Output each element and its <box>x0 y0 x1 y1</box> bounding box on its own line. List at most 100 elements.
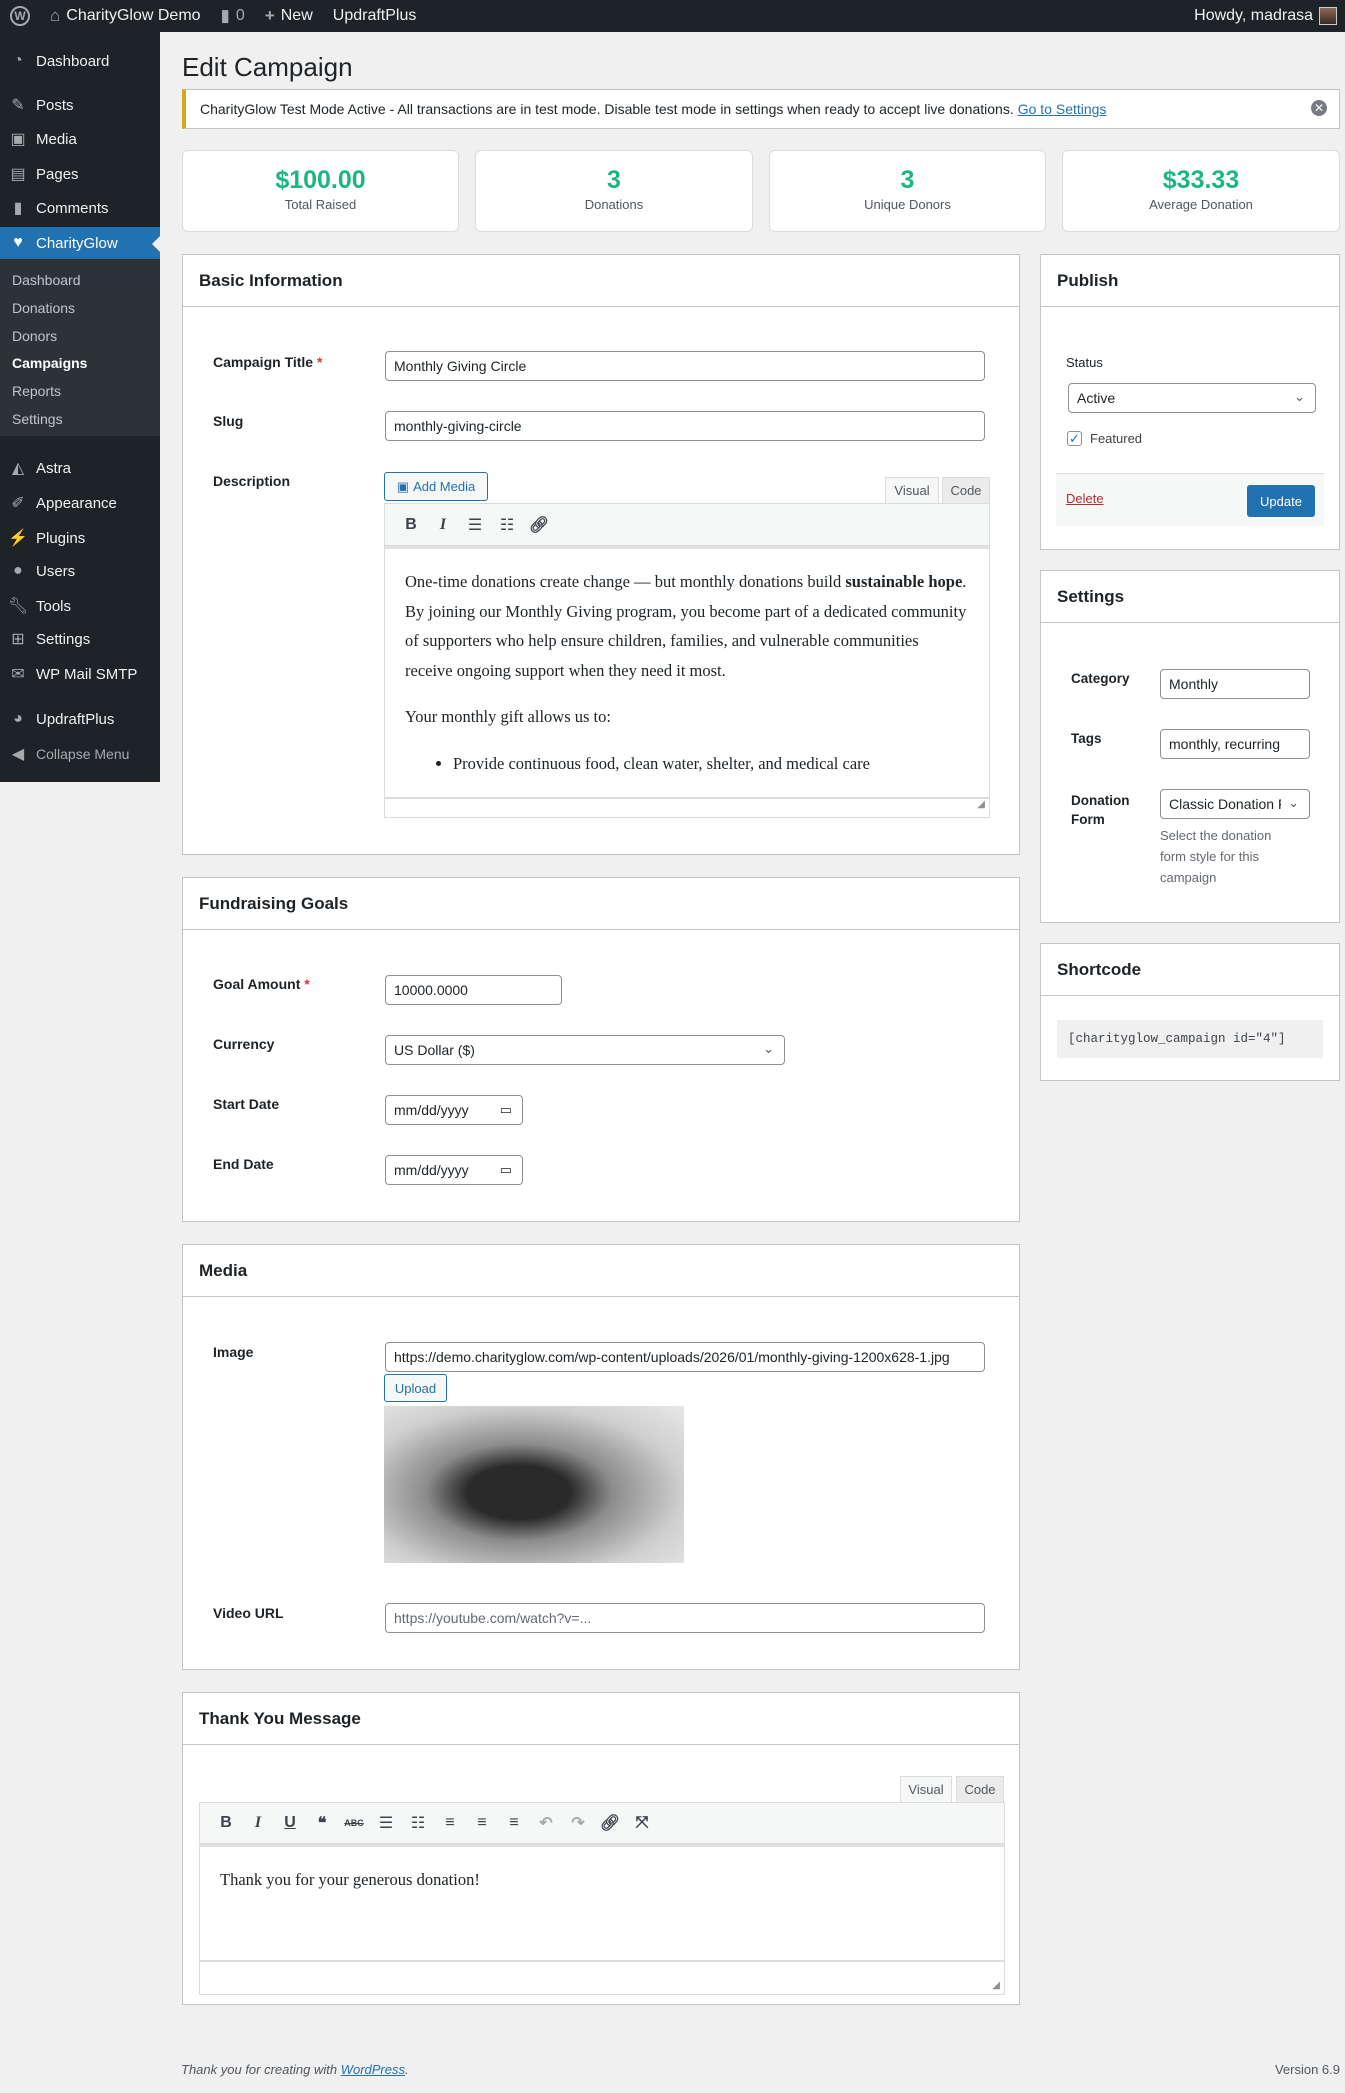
shortcode-text[interactable]: [charityglow_campaign id="4"] <box>1057 1020 1323 1058</box>
submenu-dashboard[interactable]: Dashboard <box>12 272 81 288</box>
numbered-list-icon[interactable]: ☷ <box>402 1813 434 1833</box>
menu-tools[interactable]: 🔧︎ Tools <box>0 589 160 623</box>
menu-astra[interactable]: ◭ Astra <box>0 451 160 485</box>
chevron-down-icon: ⌄ <box>763 1041 774 1056</box>
upload-button[interactable]: Upload <box>384 1374 447 1402</box>
shortcode-panel: Shortcode [charityglow_campaign id="4"] <box>1040 943 1340 1081</box>
submenu-donations[interactable]: Donations <box>12 300 75 316</box>
editor-resize-handle[interactable]: ◢ <box>384 798 990 818</box>
numbered-list-icon[interactable]: ☷ <box>491 515 523 535</box>
underline-icon[interactable]: U <box>274 1814 306 1832</box>
editor-resize-handle[interactable]: ◢ <box>199 1961 1005 1995</box>
menu-posts[interactable]: ✎ Posts <box>0 88 160 122</box>
wordpress-link[interactable]: WordPress <box>341 2062 405 2077</box>
panel-heading: Thank You Message <box>183 1693 1019 1745</box>
new-content-link[interactable]: + New <box>255 0 323 32</box>
chevron-down-icon: ⌄ <box>1288 795 1299 811</box>
fullscreen-icon[interactable]: ⤧ <box>626 1814 658 1832</box>
updraft-icon: ◕ <box>13 710 23 727</box>
campaign-title-input[interactable]: Monthly Giving Circle <box>385 351 985 381</box>
editor-paragraph: One-time donations create change — but m… <box>405 567 969 685</box>
blockquote-icon[interactable]: ❝ <box>306 1813 338 1833</box>
status-select[interactable]: Active ⌄ <box>1068 383 1316 413</box>
dismiss-icon[interactable]: ✕ <box>1311 100 1327 116</box>
tab-code[interactable]: Code <box>956 1776 1004 1803</box>
stat-label: Donations <box>584 197 644 212</box>
featured-checkbox[interactable]: ✓ <box>1067 431 1082 446</box>
comments-link[interactable]: ▮ 0 <box>211 0 255 32</box>
submenu-campaigns[interactable]: Campaigns <box>12 355 87 371</box>
tab-visual[interactable]: Visual <box>900 1776 952 1803</box>
menu-dashboard[interactable]: ◔ Dashboard <box>0 44 160 78</box>
menu-wp-mail-smtp[interactable]: ✉ WP Mail SMTP <box>0 657 160 691</box>
align-center-icon[interactable]: ≡ <box>466 1814 498 1832</box>
site-name-link[interactable]: ⌂ CharityGlow Demo <box>40 0 211 32</box>
submenu-settings[interactable]: Settings <box>12 411 63 427</box>
submenu-donors[interactable]: Donors <box>12 328 57 344</box>
link-icon[interactable]: 🔗︎ <box>523 515 555 535</box>
submenu-reports[interactable]: Reports <box>12 383 61 399</box>
menu-media[interactable]: ▣ Media <box>0 122 160 156</box>
bullet-list-icon[interactable]: ☰ <box>370 1813 402 1833</box>
stat-value: $33.33 <box>1162 166 1240 194</box>
editor-paragraph: Your monthly gift allows us to: <box>405 707 611 726</box>
delete-link[interactable]: Delete <box>1066 491 1104 506</box>
menu-label: Settings <box>36 630 91 648</box>
currency-select[interactable]: US Dollar ($) ⌄ <box>385 1035 785 1065</box>
menu-label: Plugins <box>36 529 86 547</box>
admin-sidebar: ◔ Dashboard ✎ Posts ▣ Media ▤ Pages ▮ Comment… <box>0 32 160 782</box>
user-menu[interactable]: Howdy, madrasa <box>1194 0 1337 32</box>
menu-label: UpdraftPlus <box>36 710 115 728</box>
menu-pages[interactable]: ▤ Pages <box>0 157 160 191</box>
stat-card-donations: 3 Donations <box>475 150 753 232</box>
video-url-input[interactable]: https://youtube.com/watch?v=... <box>385 1603 985 1633</box>
redo-icon[interactable]: ↷ <box>562 1813 594 1833</box>
link-icon[interactable]: 🔗︎ <box>594 1813 626 1833</box>
tab-visual[interactable]: Visual <box>885 477 939 504</box>
stat-card-average-donation: $33.33 Average Donation <box>1062 150 1340 232</box>
collapse-menu-button[interactable]: ◀ Collapse Menu <box>0 737 160 771</box>
calendar-icon[interactable]: ▭ <box>500 1162 512 1178</box>
undo-icon[interactable]: ↶ <box>530 1813 562 1833</box>
test-mode-notice: CharityGlow Test Mode Active - All trans… <box>182 89 1340 129</box>
align-right-icon[interactable]: ≡ <box>498 1814 530 1832</box>
category-input[interactable]: Monthly <box>1160 669 1310 699</box>
menu-plugins[interactable]: ⚡ Plugins <box>0 521 160 555</box>
thank-you-editor[interactable]: Thank you for your generous donation! <box>199 1844 1005 1961</box>
calendar-icon[interactable]: ▭ <box>500 1102 512 1118</box>
italic-icon[interactable]: I <box>427 516 459 534</box>
donation-form-select[interactable]: Classic Donation Form ⌄ <box>1160 789 1310 819</box>
strikethrough-icon[interactable]: ABC <box>338 1818 370 1828</box>
goal-amount-input[interactable]: 10000.0000 <box>385 975 562 1005</box>
bullet-list-icon[interactable]: ☰ <box>459 515 491 535</box>
menu-comments[interactable]: ▮ Comments <box>0 191 160 225</box>
menu-users[interactable]: ● Users <box>0 554 160 588</box>
italic-icon[interactable]: I <box>242 1814 274 1832</box>
align-left-icon[interactable]: ≡ <box>434 1814 466 1832</box>
wordpress-logo-icon[interactable]: W <box>0 0 40 32</box>
bold-icon[interactable]: B <box>210 1814 242 1832</box>
menu-updraftplus[interactable]: ◕ UpdraftPlus <box>0 702 160 736</box>
go-to-settings-link[interactable]: Go to Settings <box>1018 101 1107 117</box>
comment-icon: ▮ <box>220 6 230 25</box>
slug-input[interactable]: monthly-giving-circle <box>385 411 985 441</box>
comment-icon: ▮ <box>13 200 23 217</box>
menu-label: Collapse Menu <box>36 746 130 762</box>
updraftplus-link[interactable]: UpdraftPlus <box>323 0 427 32</box>
update-button[interactable]: Update <box>1247 485 1315 517</box>
bold-icon[interactable]: B <box>395 516 427 534</box>
image-url-input[interactable]: https://demo.charityglow.com/wp-content/… <box>385 1342 985 1372</box>
add-media-button[interactable]: ▣ Add Media <box>384 472 488 501</box>
menu-appearance[interactable]: ✐ Appearance <box>0 486 160 520</box>
menu-settings[interactable]: ⊞ Settings <box>0 622 160 656</box>
tags-input[interactable]: monthly, recurring <box>1160 729 1310 759</box>
menu-charityglow[interactable]: ♥ CharityGlow <box>0 227 160 259</box>
description-editor[interactable]: One-time donations create change — but m… <box>384 546 990 798</box>
start-date-input[interactable]: mm/dd/yyyy ▭ <box>385 1095 523 1125</box>
end-date-input[interactable]: mm/dd/yyyy ▭ <box>385 1155 523 1185</box>
tab-code[interactable]: Code <box>942 477 990 504</box>
pin-icon: ✎ <box>11 97 25 114</box>
panel-heading: Basic Information <box>183 255 1019 307</box>
required-marker: * <box>316 354 323 370</box>
donation-form-label: Donation Form <box>1071 793 1130 827</box>
